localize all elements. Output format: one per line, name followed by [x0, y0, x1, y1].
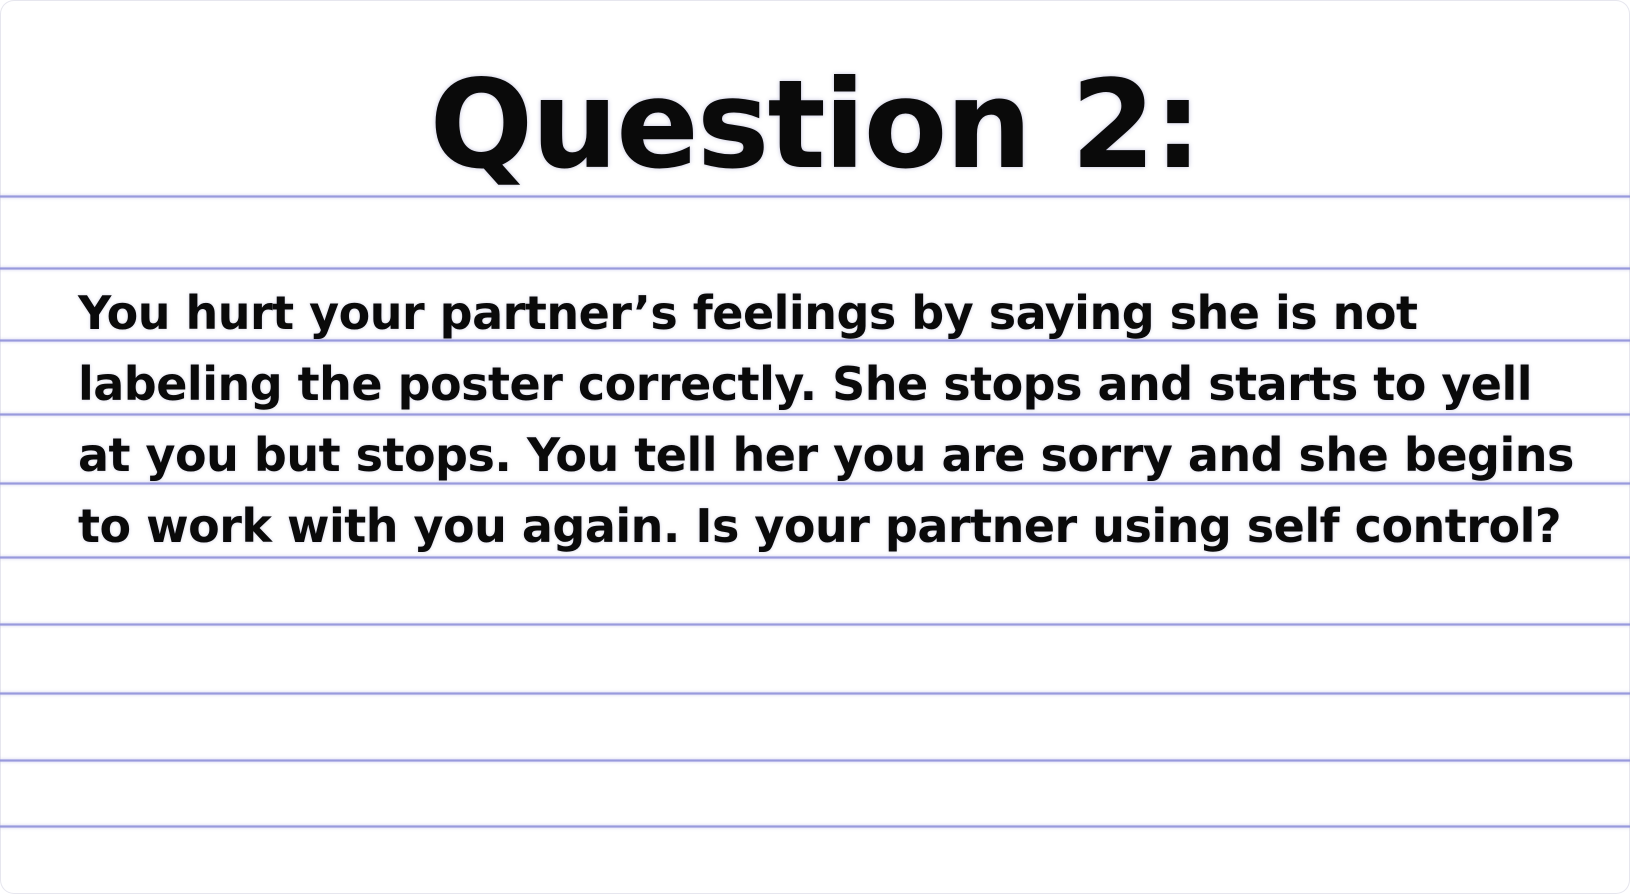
ruled-line	[0, 692, 1630, 695]
question-line: at you but stops. You tell her you are s…	[78, 428, 1574, 482]
ruled-line	[0, 267, 1630, 270]
question-title: Question 2:	[429, 54, 1203, 196]
question-line: labeling the poster correctly. She stops…	[78, 357, 1533, 411]
ruled-line	[0, 825, 1630, 828]
ruled-line	[0, 759, 1630, 762]
ruled-line	[0, 623, 1630, 626]
question-line: to work with you again. Is your partner …	[78, 499, 1562, 553]
question-text: You hurt your partner’s feelings by sayi…	[78, 278, 1578, 562]
index-card: Question 2: You hurt your partner’s feel…	[0, 0, 1630, 894]
question-line: You hurt your partner’s feelings by sayi…	[78, 286, 1418, 340]
